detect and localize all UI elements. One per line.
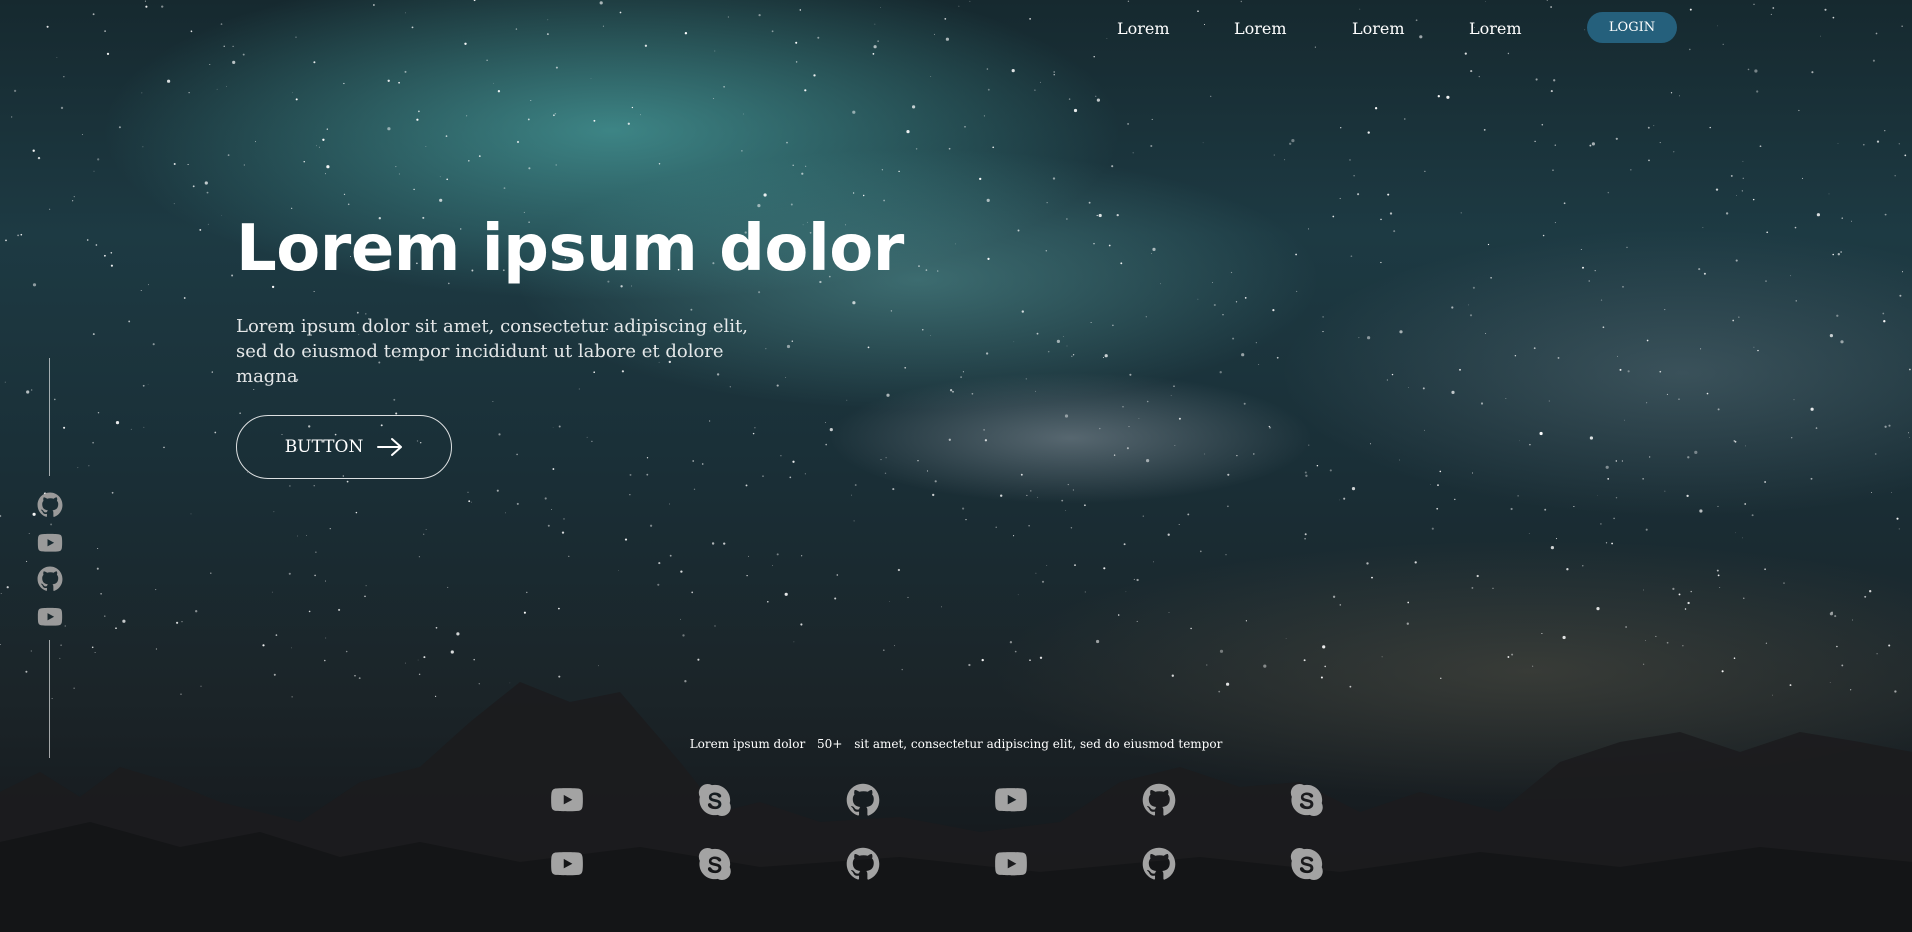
github-icon[interactable] [846,847,880,881]
github-icon[interactable] [1142,783,1176,817]
youtube-icon[interactable] [550,783,584,817]
github-icon[interactable] [37,566,63,592]
top-nav: Lorem Lorem Lorem Lorem LOGIN [1090,12,1680,44]
skype-icon[interactable] [1290,783,1324,817]
login-button[interactable]: LOGIN [1587,12,1677,43]
stats-line: Lorem ipsum dolor 50+ sit amet, consecte… [0,737,1912,751]
nav-item-2[interactable]: Lorem [1234,19,1287,38]
youtube-icon[interactable] [37,530,63,556]
partner-icon-grid [550,783,1350,893]
nav-item-3[interactable]: Lorem [1352,19,1405,38]
hero-cta-label: BUTTON [284,437,364,457]
hero-cta-button[interactable]: BUTTON [236,415,452,479]
arrow-right-icon [377,438,403,456]
stats-text: sit amet, consectetur adipiscing elit, s… [854,737,1223,751]
youtube-icon[interactable] [994,783,1028,817]
hero-subtitle: Lorem ipsum dolor sit amet, consectetur … [236,316,748,387]
rail-divider-top [49,358,50,476]
github-icon[interactable] [1142,847,1176,881]
hero-section: Lorem ipsum dolor Lorem ipsum dolor sit … [236,210,936,479]
skype-icon[interactable] [698,783,732,817]
github-icon[interactable] [37,492,63,518]
nav-item-1[interactable]: Lorem [1117,19,1170,38]
stats-label: Lorem ipsum dolor [689,737,806,751]
skype-icon[interactable] [1290,847,1324,881]
youtube-icon[interactable] [37,604,63,630]
social-rail [36,358,64,758]
stats-count: 50+ [817,737,843,751]
youtube-icon[interactable] [994,847,1028,881]
hero-title: Lorem ipsum dolor [236,212,904,286]
skype-icon[interactable] [698,847,732,881]
github-icon[interactable] [846,783,880,817]
nav-item-4[interactable]: Lorem [1469,19,1522,38]
youtube-icon[interactable] [550,847,584,881]
